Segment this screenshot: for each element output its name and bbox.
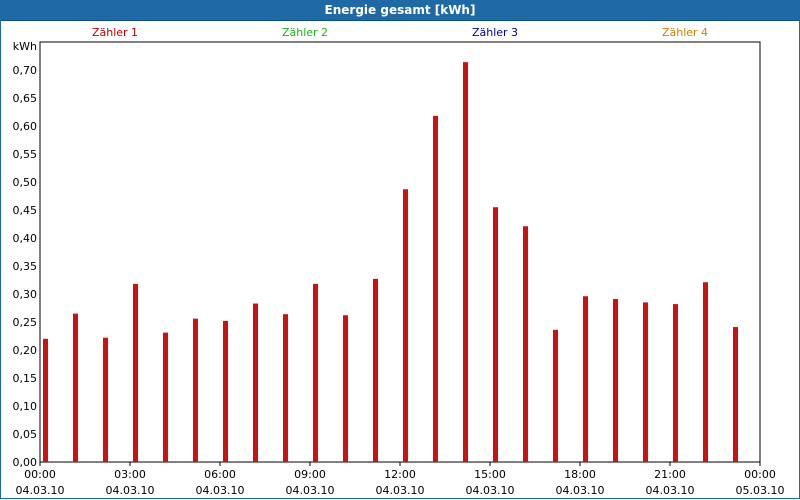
- bar: [583, 296, 588, 462]
- bar: [223, 320, 228, 462]
- x-tick-time: 21:00: [654, 468, 686, 481]
- x-tick-date: 04.03.10: [646, 484, 695, 497]
- bar: [733, 327, 738, 462]
- x-tick-date: 05.03.10: [736, 484, 785, 497]
- y-tick-label: 0,55: [13, 148, 38, 161]
- bar: [373, 278, 378, 462]
- bar: [103, 337, 108, 462]
- bar: [433, 115, 438, 463]
- bar: [523, 226, 528, 462]
- x-tick-time: 18:00: [564, 468, 596, 481]
- bar: [343, 315, 348, 462]
- bar: [493, 207, 498, 462]
- bar: [313, 283, 318, 462]
- y-tick-label: 0,50: [13, 176, 38, 189]
- bar: [673, 304, 678, 462]
- x-tick-time: 12:00: [384, 468, 416, 481]
- y-tick-label: 0,20: [13, 344, 38, 357]
- bar: [73, 313, 78, 462]
- x-tick-date: 04.03.10: [286, 484, 335, 497]
- x-tick-date: 04.03.10: [556, 484, 605, 497]
- y-tick-label: 0,10: [13, 400, 38, 413]
- bar: [403, 189, 408, 462]
- bar: [283, 314, 288, 462]
- y-tick-label: 0,70: [13, 64, 38, 77]
- x-tick-date: 04.03.10: [376, 484, 425, 497]
- y-tick-labels: 0,000,050,100,150,200,250,300,350,400,45…: [13, 64, 38, 469]
- x-tick-time: 09:00: [294, 468, 326, 481]
- y-tick-label: 0,15: [13, 372, 38, 385]
- x-tick-time: 00:00: [744, 468, 776, 481]
- x-tick-date: 04.03.10: [16, 484, 65, 497]
- y-tick-label: 0,25: [13, 316, 38, 329]
- x-tick-date: 04.03.10: [196, 484, 245, 497]
- y-tick-label: 0,60: [13, 120, 38, 133]
- legend-entry: Zähler 2: [282, 26, 328, 39]
- x-tick-labels: 00:00 04.03.10 03:00 04.03.10 06:00 04.03.10 0…: [16, 468, 785, 497]
- bar: [463, 62, 468, 462]
- y-tick-label: 0,30: [13, 288, 38, 301]
- x-tick-time: 03:00: [114, 468, 146, 481]
- y-axis-label: kWh: [13, 40, 37, 53]
- x-tick-time: 00:00: [24, 468, 56, 481]
- legend-entry: Zähler 3: [472, 26, 518, 39]
- y-tick-label: 0,45: [13, 204, 38, 217]
- bar: [163, 332, 168, 462]
- bar: [643, 302, 648, 462]
- axes: [39, 41, 761, 466]
- bar: [43, 338, 48, 462]
- y-tick-label: 0,05: [13, 428, 38, 441]
- x-tick-date: 04.03.10: [106, 484, 155, 497]
- x-tick-time: 15:00: [474, 468, 506, 481]
- y-tick-label: 0,40: [13, 232, 38, 245]
- energy-bar-chart: 0,000,050,100,150,200,250,300,350,400,45…: [13, 26, 785, 497]
- legend: Zähler 1 Zähler 2 Zähler 3 Zähler 4: [92, 26, 708, 39]
- bar: [613, 299, 618, 462]
- bar: [193, 318, 198, 462]
- x-tick-time: 06:00: [204, 468, 236, 481]
- legend-entry: Zähler 1: [92, 26, 138, 39]
- y-tick-label: 0,65: [13, 92, 38, 105]
- x-tick-date: 04.03.10: [466, 484, 515, 497]
- bar: [253, 303, 258, 462]
- legend-entry: Zähler 4: [662, 26, 708, 39]
- y-tick-label: 0,35: [13, 260, 38, 273]
- bar: [703, 282, 708, 462]
- plot-area: [40, 42, 760, 462]
- bar: [553, 329, 558, 462]
- bar: [133, 283, 138, 462]
